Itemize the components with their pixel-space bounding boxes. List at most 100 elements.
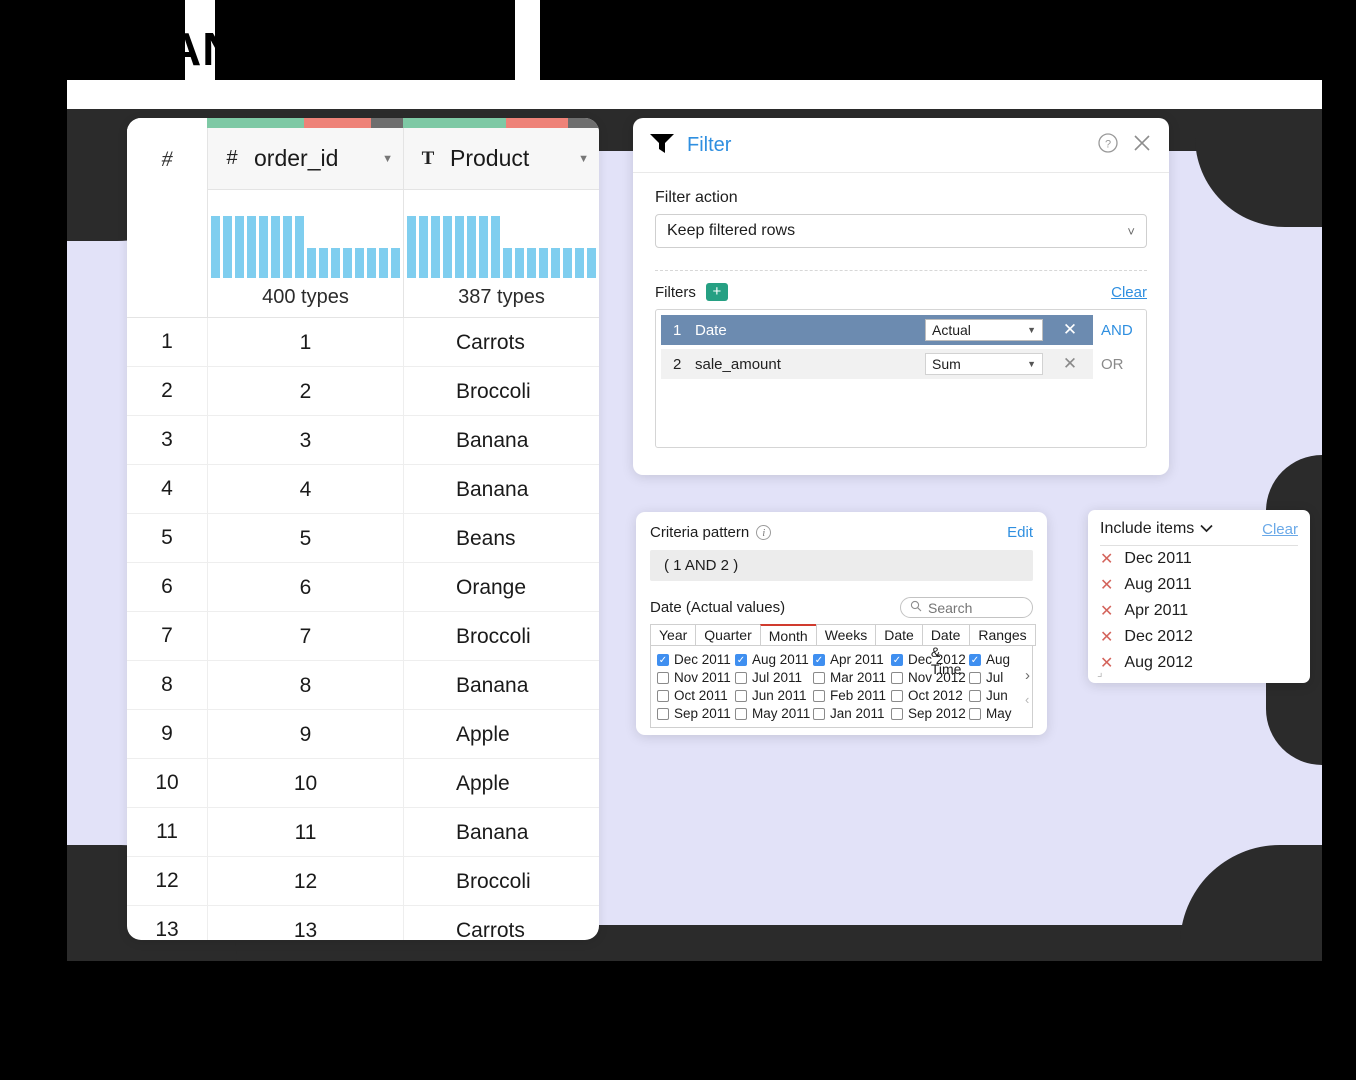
column-header-product[interactable]: T Product ▼ — [403, 128, 599, 190]
checkbox-checked-icon[interactable]: ✓ — [969, 654, 981, 666]
month-checkbox-item[interactable]: ✓Aug 2011 — [735, 652, 813, 667]
table-row[interactable]: 12 12 Broccoli — [127, 857, 599, 906]
month-checkbox-item[interactable]: Oct 2011 — [657, 688, 735, 703]
filter-row-aggregate-select[interactable]: Actual ▼ — [925, 319, 1043, 341]
month-checkbox-item[interactable]: ✓Apr 2011 — [813, 652, 891, 667]
table-row[interactable]: 5 5 Beans — [127, 514, 599, 563]
month-checkbox-item[interactable]: Mar 2011 — [813, 670, 891, 685]
month-checkbox-item[interactable]: ✓Aug — [969, 652, 1021, 667]
chevron-down-icon[interactable]: ▼ — [578, 153, 589, 165]
column-profile-row: 400 types 387 types — [127, 190, 599, 318]
tab-date[interactable]: Date — [875, 624, 922, 646]
checkbox-icon[interactable] — [813, 672, 825, 684]
table-row[interactable]: 9 9 Apple — [127, 710, 599, 759]
clear-include-items-link[interactable]: Clear — [1262, 521, 1298, 538]
month-checkbox-item[interactable]: ✓Dec 2011 — [657, 652, 735, 667]
month-checkbox-item[interactable]: May — [969, 706, 1021, 721]
table-row[interactable]: 4 4 Banana — [127, 465, 599, 514]
edit-pattern-link[interactable]: Edit — [1007, 524, 1033, 541]
month-checkbox-item[interactable]: Sep 2012 — [891, 706, 969, 721]
close-icon[interactable] — [1131, 132, 1153, 159]
include-item[interactable]: ✕ Dec 2012 — [1100, 624, 1298, 650]
checkbox-checked-icon[interactable]: ✓ — [657, 654, 669, 666]
filter-row-operator[interactable]: OR — [1093, 356, 1141, 373]
remove-item-icon[interactable]: ✕ — [1100, 575, 1113, 595]
month-checkbox-item[interactable]: ✓Dec 2012 — [891, 652, 969, 667]
month-checkbox-item[interactable]: Jul 2011 — [735, 670, 813, 685]
filter-row-aggregate-select[interactable]: Sum ▼ — [925, 353, 1043, 375]
include-item[interactable]: ✕ Dec 2011 — [1100, 546, 1298, 572]
resize-handle-icon[interactable]: ⌟ — [1097, 665, 1103, 679]
month-checkbox-item[interactable]: Jul — [969, 670, 1021, 685]
checkbox-icon[interactable] — [735, 690, 747, 702]
include-item[interactable]: ✕ Apr 2011 — [1100, 598, 1298, 624]
checkbox-icon[interactable] — [657, 708, 669, 720]
remove-item-icon[interactable]: ✕ — [1100, 627, 1113, 647]
month-checkbox-item[interactable]: Sep 2011 — [657, 706, 735, 721]
include-item[interactable]: ✕ Aug 2012 — [1100, 650, 1298, 676]
checkbox-icon[interactable] — [969, 690, 981, 702]
criteria-pattern-value[interactable]: ( 1 AND 2 ) — [650, 550, 1033, 581]
checkbox-icon[interactable] — [735, 708, 747, 720]
checkbox-icon[interactable] — [657, 690, 669, 702]
remove-filter-icon[interactable]: ✕ — [1053, 354, 1087, 374]
month-checkbox-item[interactable]: Jan 2011 — [813, 706, 891, 721]
cell-order-id: 4 — [207, 465, 403, 514]
month-checkbox-item[interactable]: Feb 2011 — [813, 688, 891, 703]
checkbox-checked-icon[interactable]: ✓ — [813, 654, 825, 666]
column-header-order-id[interactable]: # order_id ▼ — [207, 128, 403, 190]
filter-row-operator[interactable]: AND — [1093, 322, 1141, 339]
remove-filter-icon[interactable]: ✕ — [1053, 320, 1087, 340]
search-box[interactable] — [900, 597, 1033, 618]
filter-row-body[interactable]: 1 Date Actual ▼ ✕ — [661, 315, 1093, 345]
filter-row-body[interactable]: 2 sale_amount Sum ▼ ✕ — [661, 349, 1093, 379]
month-checkbox-item[interactable]: Oct 2012 — [891, 688, 969, 703]
tab-date-time[interactable]: Date & Time — [922, 624, 970, 646]
checkbox-icon[interactable] — [813, 708, 825, 720]
search-input[interactable] — [928, 600, 1018, 616]
table-row[interactable]: 2 2 Broccoli — [127, 367, 599, 416]
checkbox-icon[interactable] — [813, 690, 825, 702]
table-row[interactable]: 10 10 Apple — [127, 759, 599, 808]
month-checkbox-item[interactable]: May 2011 — [735, 706, 813, 721]
prev-page-icon[interactable]: ‹ — [1025, 692, 1030, 707]
table-row[interactable]: 11 11 Banana — [127, 808, 599, 857]
remove-item-icon[interactable]: ✕ — [1100, 601, 1113, 621]
tab-ranges[interactable]: Ranges — [969, 624, 1035, 646]
tab-quarter[interactable]: Quarter — [695, 624, 759, 646]
add-filter-button[interactable]: + — [706, 283, 728, 301]
checkbox-icon[interactable] — [735, 672, 747, 684]
checkbox-icon[interactable] — [891, 708, 903, 720]
clear-filters-link[interactable]: Clear — [1111, 284, 1147, 301]
help-icon[interactable]: ? — [1097, 132, 1119, 159]
month-checkbox-item[interactable]: Nov 2012 — [891, 670, 969, 685]
table-row[interactable]: 6 6 Orange — [127, 563, 599, 612]
checkbox-icon[interactable] — [969, 708, 981, 720]
table-row[interactable]: 3 3 Banana — [127, 416, 599, 465]
chevron-down-icon[interactable] — [1200, 522, 1213, 536]
include-item[interactable]: ✕ Aug 2011 — [1100, 572, 1298, 598]
checkbox-icon[interactable] — [891, 690, 903, 702]
month-checkbox-item[interactable]: Nov 2011 — [657, 670, 735, 685]
table-row[interactable]: 13 13 Carrots — [127, 906, 599, 940]
month-checkbox-item[interactable]: Jun 2011 — [735, 688, 813, 703]
tab-year[interactable]: Year — [650, 624, 695, 646]
remove-item-icon[interactable]: ✕ — [1100, 549, 1113, 569]
checkbox-icon[interactable] — [657, 672, 669, 684]
checkbox-icon[interactable] — [891, 672, 903, 684]
filter-action-select[interactable]: Keep filtered rows ˅ — [655, 214, 1147, 248]
tab-month[interactable]: Month — [760, 624, 816, 646]
tab-weeks[interactable]: Weeks — [816, 624, 876, 646]
next-page-icon[interactable]: › — [1025, 667, 1030, 684]
checkbox-icon[interactable] — [969, 672, 981, 684]
filter-row-sale-amount[interactable]: 2 sale_amount Sum ▼ ✕ OR — [661, 349, 1141, 379]
month-checkbox-item[interactable]: Jun — [969, 688, 1021, 703]
table-row[interactable]: 8 8 Banana — [127, 661, 599, 710]
filter-row-date[interactable]: 1 Date Actual ▼ ✕ AND — [661, 315, 1141, 345]
chevron-down-icon[interactable]: ▼ — [382, 153, 393, 165]
info-icon[interactable]: i — [756, 525, 771, 540]
checkbox-checked-icon[interactable]: ✓ — [735, 654, 747, 666]
table-row[interactable]: 7 7 Broccoli — [127, 612, 599, 661]
table-row[interactable]: 1 1 Carrots — [127, 318, 599, 367]
checkbox-checked-icon[interactable]: ✓ — [891, 654, 903, 666]
